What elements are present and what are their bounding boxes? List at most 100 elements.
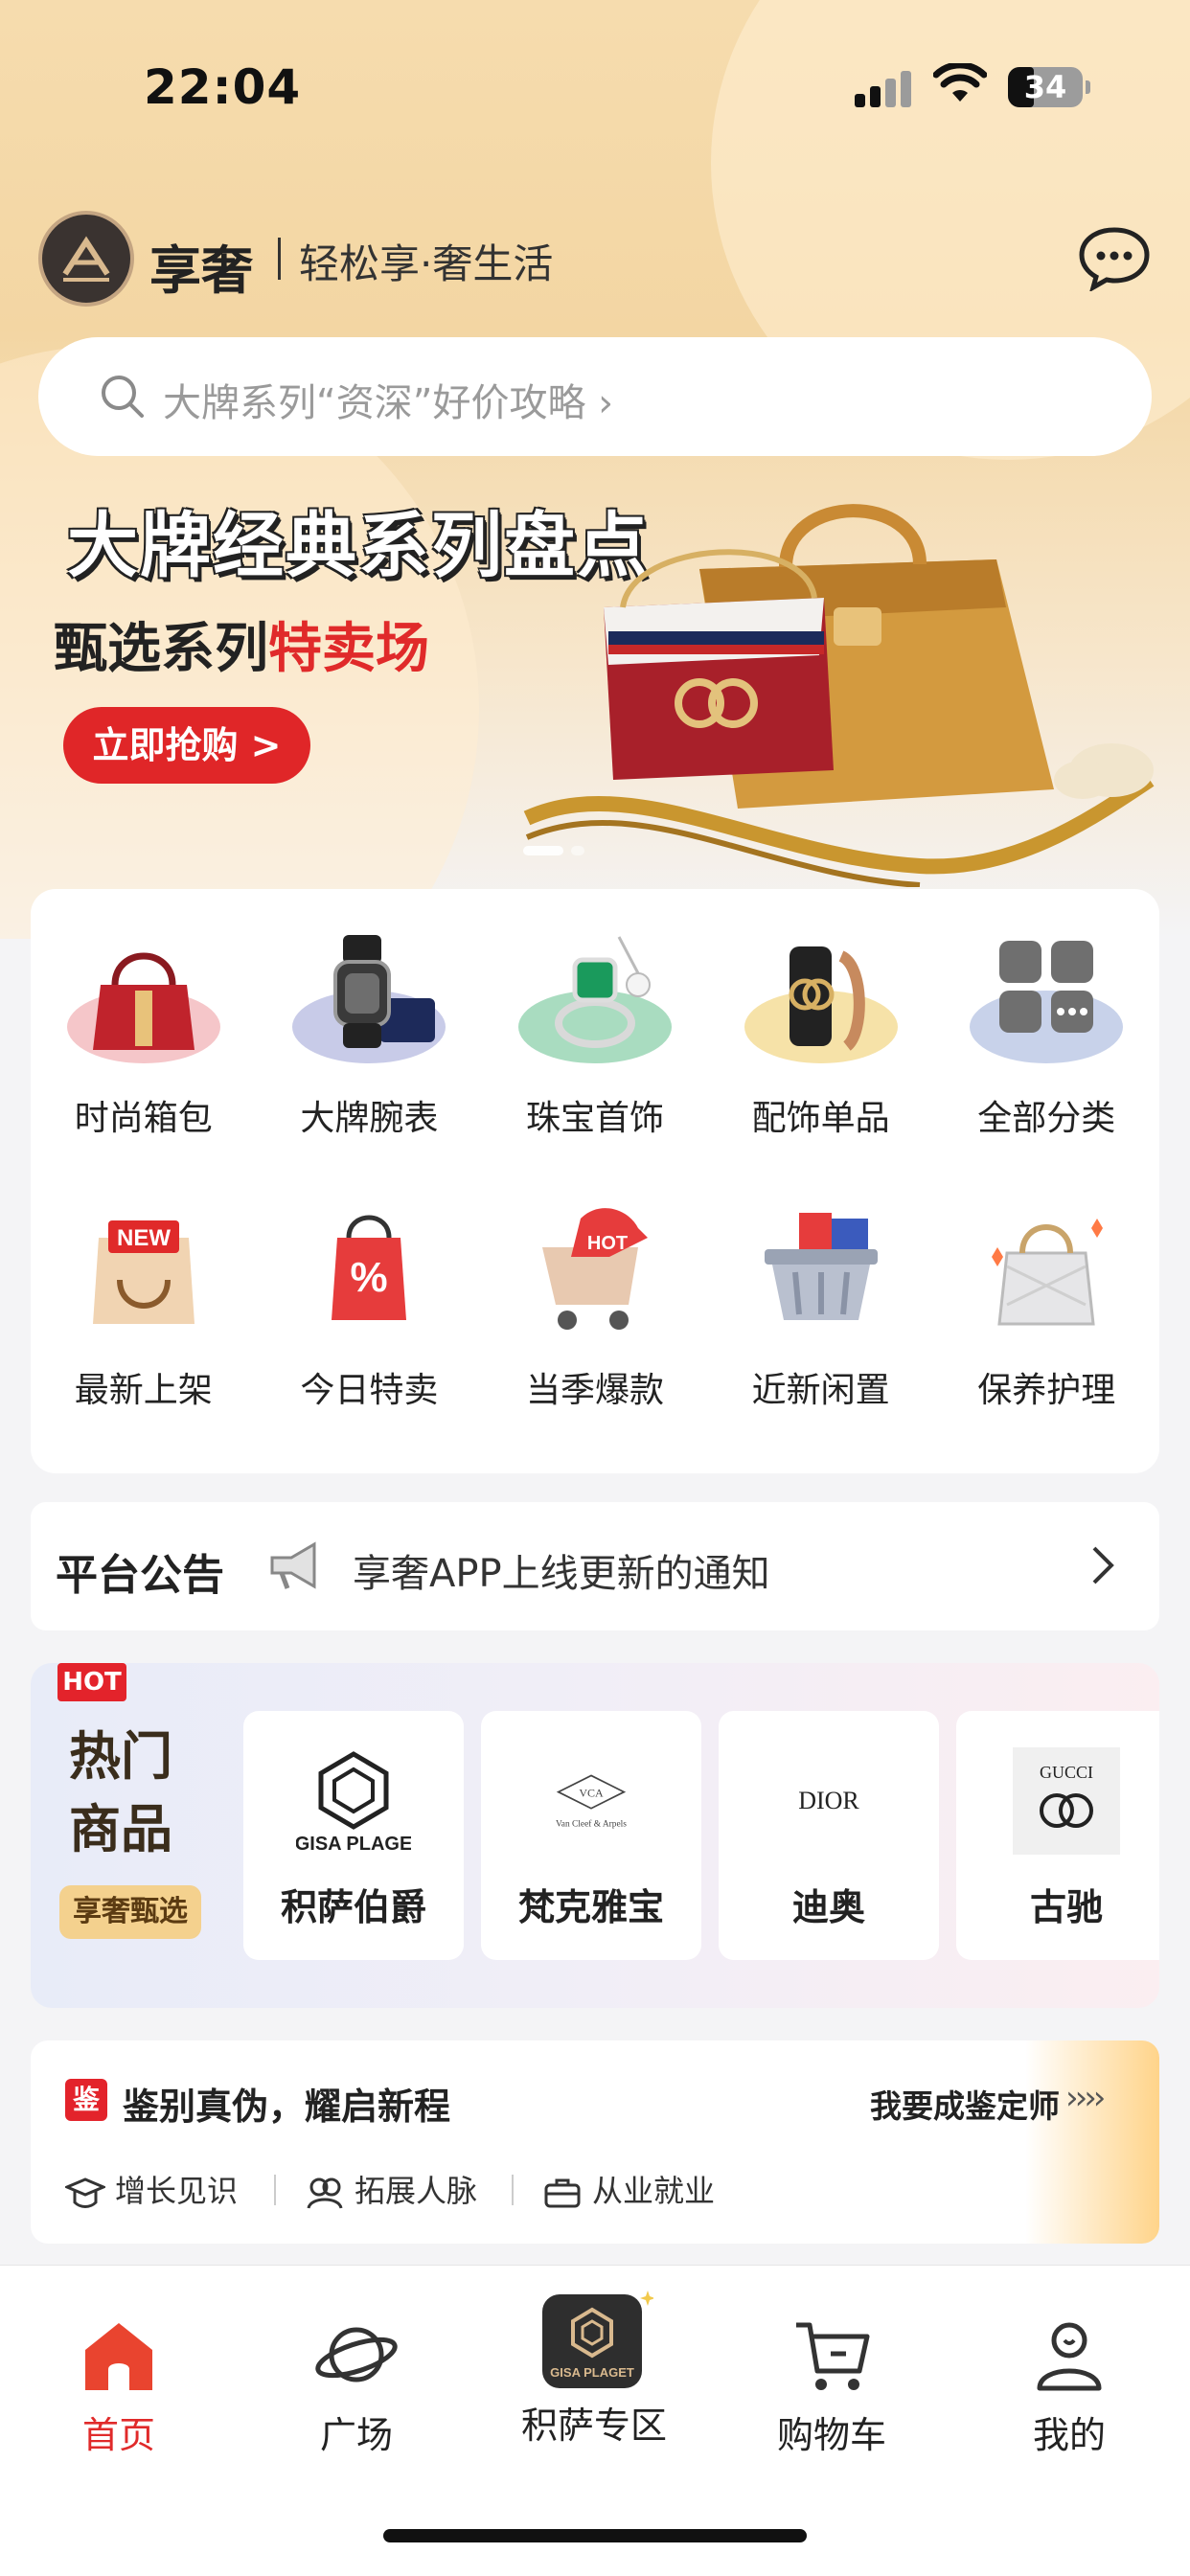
battery-icon: 34 <box>1008 67 1090 107</box>
bag-care-icon <box>992 1219 1104 1326</box>
category-label: 珠宝首饰 <box>525 1099 664 1138</box>
brand-card-gisa-plage[interactable]: GISA PLAGE 积萨伯爵 <box>243 1711 464 1960</box>
category-label: 近新闲置 <box>751 1371 890 1410</box>
category-care[interactable]: 保养护理 <box>933 1199 1159 1412</box>
svg-text:Van Cleef & Arpels: Van Cleef & Arpels <box>556 1819 627 1830</box>
handbag-icon <box>66 952 220 1063</box>
app-logo <box>38 211 134 307</box>
watch-icon <box>292 935 446 1063</box>
category-label: 保养护理 <box>977 1371 1116 1410</box>
divider <box>278 238 281 280</box>
category-jewelry[interactable]: 珠宝首饰 <box>482 927 708 1140</box>
briefcase-icon <box>544 2178 581 2208</box>
tab-home[interactable]: 首页 <box>0 2266 238 2458</box>
svg-text:VCA: VCA <box>579 1787 604 1800</box>
brand-name: 享奢 <box>149 240 253 301</box>
svg-text:HOT: HOT <box>587 1233 628 1254</box>
category-label: 配饰单品 <box>751 1099 890 1138</box>
home-icon <box>85 2323 152 2390</box>
category-all[interactable]: 全部分类 <box>933 927 1159 1140</box>
dior-logo: DIOR <box>771 1744 886 1858</box>
notice-text: 享奢APP上线更新的通知 <box>353 1552 770 1596</box>
tab-gisa-zone[interactable]: GISA PLAGET 积萨专区 <box>475 2266 713 2449</box>
message-icon[interactable] <box>1077 224 1152 291</box>
carousel-indicator <box>523 841 592 859</box>
brand-card-dior[interactable]: DIOR 迪奥 <box>719 1711 939 1960</box>
category-label: 当季爆款 <box>525 1371 664 1410</box>
status-time: 22:04 <box>144 59 302 115</box>
tab-label: 购物车 <box>776 2414 886 2456</box>
notice-title: 平台公告 <box>56 1551 224 1600</box>
tab-cart[interactable]: 购物车 <box>713 2266 950 2458</box>
basket-icon <box>764 1213 878 1320</box>
profile-icon <box>1037 2322 1102 2391</box>
graduation-cap-icon <box>63 2177 107 2208</box>
brand-name: 梵克雅宝 <box>517 1886 664 1928</box>
tab-plaza[interactable]: 广场 <box>238 2266 475 2458</box>
people-icon <box>307 2177 343 2209</box>
category-watches[interactable]: 大牌腕表 <box>257 927 483 1140</box>
svg-text:NEW: NEW <box>117 1225 171 1251</box>
curated-pill[interactable]: 享奢甄选 <box>59 1885 201 1939</box>
planet-icon <box>315 2327 398 2382</box>
brand-slogan: 轻松享·奢生活 <box>299 240 554 287</box>
jewelry-icon <box>517 936 672 1063</box>
arrows-icon: ›››› <box>1065 2079 1106 2117</box>
category-label: 最新上架 <box>74 1371 213 1410</box>
brand-name: 积萨伯爵 <box>280 1886 426 1928</box>
hot-cart-icon: HOT <box>541 1208 648 1330</box>
tab-label: 我的 <box>1032 2414 1106 2456</box>
feature-employment: 从业就业 <box>542 2167 715 2211</box>
category-handbags[interactable]: 时尚箱包 <box>31 927 257 1140</box>
luxury-bags-illustration <box>523 504 1155 887</box>
brand-name: 古驰 <box>1029 1886 1103 1928</box>
hot-products-title: 热门商品 <box>69 1726 172 1859</box>
appraise-badge: 鉴 <box>65 2079 107 2121</box>
appraiser-banner[interactable]: 鉴 鉴别真伪，耀启新程 我要成鉴定师 ›››› 增长见识 拓展人脉 从业就业 <box>31 2040 1159 2244</box>
gisa-plage-logo: GISA PLAGE <box>296 1744 411 1858</box>
divider <box>512 2175 514 2205</box>
chevron-right-icon <box>1092 1546 1114 1584</box>
hot-badge: HOT <box>57 1663 126 1701</box>
appraiser-title: 鉴别真伪，耀启新程 <box>123 2086 451 2128</box>
belt-icon <box>744 946 898 1063</box>
category-label: 今日特卖 <box>300 1371 439 1410</box>
cart-icon <box>796 2322 870 2390</box>
category-new-arrivals[interactable]: NEW 最新上架 <box>31 1199 257 1412</box>
brand-card-van-cleef[interactable]: VCA Van Cleef & Arpels 梵克雅宝 <box>481 1711 701 1960</box>
category-daily-sale[interactable]: % 今日特卖 <box>257 1199 483 1412</box>
tab-label: 广场 <box>319 2414 393 2456</box>
tab-profile[interactable]: 我的 <box>950 2266 1188 2458</box>
search-icon <box>102 376 144 418</box>
tab-label: 积萨专区 <box>520 2405 667 2447</box>
buy-now-button[interactable]: 立即抢购 > <box>63 707 310 784</box>
svg-text:%: % <box>351 1254 388 1301</box>
wifi-icon <box>933 63 987 102</box>
all-categories-icon <box>970 941 1124 1063</box>
category-like-new[interactable]: 近新闲置 <box>708 1199 934 1412</box>
home-indicator <box>383 2529 807 2542</box>
category-grid: 时尚箱包 大牌腕表 珠宝首饰 配饰单品 全部分类 NEW 最新上架 % 今日特卖… <box>31 889 1159 1473</box>
category-seasonal-hot[interactable]: HOT 当季爆款 <box>482 1199 708 1412</box>
megaphone-icon <box>270 1541 316 1589</box>
gisa-plaget-icon: GISA PLAGET <box>542 2291 653 2388</box>
new-arrival-icon: NEW <box>92 1220 195 1324</box>
svg-text:GISA PLAGE: GISA PLAGE <box>296 1834 411 1854</box>
search-placeholder: 大牌系列“资深”好价攻略 › <box>163 381 614 425</box>
hot-products-section: HOT 热门商品 享奢甄选 GISA PLAGE 积萨伯爵 VCA Van Cl… <box>31 1663 1159 2008</box>
feature-network: 拓展人脉 <box>305 2167 477 2211</box>
category-label: 大牌腕表 <box>300 1099 439 1138</box>
tab-label: 首页 <box>81 2414 155 2456</box>
search-bar[interactable]: 大牌系列“资深”好价攻略 › <box>38 337 1152 456</box>
feature-knowledge: 增长见识 <box>63 2167 238 2211</box>
brand-name: 迪奥 <box>791 1886 865 1928</box>
brand-card-gucci[interactable]: GUCCI 古驰 <box>956 1711 1159 1960</box>
platform-notice[interactable]: 平台公告 享奢APP上线更新的通知 <box>31 1502 1159 1630</box>
category-label: 全部分类 <box>977 1099 1116 1138</box>
svg-text:GUCCI: GUCCI <box>1040 1763 1093 1782</box>
van-cleef-logo: VCA Van Cleef & Arpels <box>534 1744 649 1858</box>
sale-tag-icon: % <box>332 1215 407 1320</box>
banner-subtitle: 甄选系列特卖场 <box>54 618 429 680</box>
become-appraiser-link[interactable]: 我要成鉴定师 <box>870 2081 1060 2127</box>
category-accessories[interactable]: 配饰单品 <box>708 927 934 1140</box>
